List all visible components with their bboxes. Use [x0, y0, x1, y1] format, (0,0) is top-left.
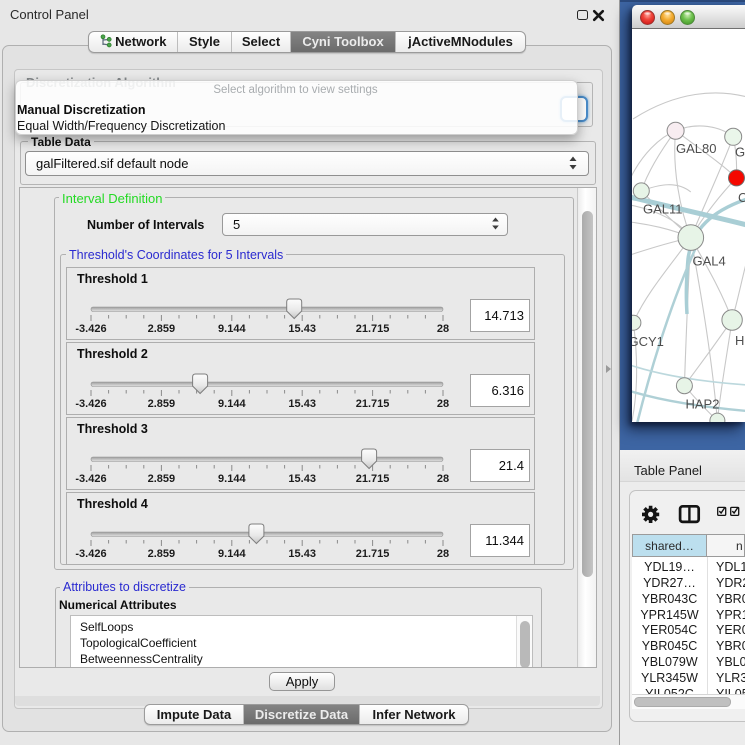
svg-text:21.715: 21.715	[356, 548, 390, 560]
svg-text:28: 28	[437, 548, 449, 560]
svg-text:HAP2: HAP2	[686, 397, 720, 412]
svg-text:9.144: 9.144	[218, 323, 246, 335]
svg-text:21.715: 21.715	[356, 398, 390, 410]
svg-text:9.144: 9.144	[218, 473, 246, 485]
svg-text:GCY1: GCY1	[632, 334, 664, 349]
svg-text:2.859: 2.859	[148, 398, 176, 410]
svg-text:2.859: 2.859	[148, 548, 176, 560]
svg-text:15.43: 15.43	[288, 473, 316, 485]
svg-text:GAL80: GAL80	[676, 141, 716, 156]
svg-text:15.43: 15.43	[288, 323, 316, 335]
svg-text:15.43: 15.43	[288, 548, 316, 560]
svg-text:-3.426: -3.426	[75, 473, 106, 485]
svg-text:9.144: 9.144	[218, 398, 246, 410]
svg-text:GAL4: GAL4	[693, 254, 726, 269]
svg-text:-3.426: -3.426	[75, 398, 106, 410]
svg-text:GAL11: GAL11	[643, 202, 683, 217]
svg-text:2.859: 2.859	[148, 473, 176, 485]
svg-text:HI: HI	[735, 333, 745, 348]
svg-text:28: 28	[437, 323, 449, 335]
svg-text:28: 28	[437, 473, 449, 485]
svg-text:C: C	[738, 190, 745, 205]
svg-text:9.144: 9.144	[218, 548, 246, 560]
svg-text:15.43: 15.43	[288, 398, 316, 410]
svg-text:21.715: 21.715	[356, 473, 390, 485]
svg-text:2.859: 2.859	[148, 323, 176, 335]
svg-text:GA: GA	[735, 145, 745, 160]
svg-text:28: 28	[437, 398, 449, 410]
svg-text:-3.426: -3.426	[75, 323, 106, 335]
svg-text:21.715: 21.715	[356, 323, 390, 335]
svg-text:-3.426: -3.426	[75, 548, 106, 560]
